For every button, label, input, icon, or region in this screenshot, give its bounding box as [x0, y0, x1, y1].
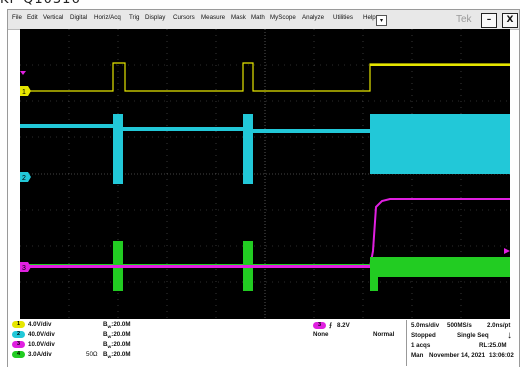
minimize-button[interactable]: – — [481, 13, 497, 28]
ch3-scale: 10.0V/div — [28, 341, 55, 348]
ch4-bandwidth: BW:20.0M — [103, 351, 131, 360]
menu-mask[interactable]: Mask — [231, 14, 246, 21]
menu-edit[interactable]: Edit — [27, 14, 38, 21]
ch2-pill: 2 — [12, 331, 25, 338]
trigger-source-pill: 3 — [313, 322, 326, 329]
menu-math[interactable]: Math — [251, 14, 265, 21]
channel-markers: 1 2 3 — [20, 86, 31, 272]
menu-vertical[interactable]: Vertical — [43, 14, 63, 21]
ch4-scale: 3.0A/div — [28, 351, 52, 358]
acq-state: Stopped — [411, 332, 436, 339]
ch1-pill: 1 — [12, 321, 25, 328]
menu-measure[interactable]: Measure — [201, 14, 225, 21]
acq-time: 13:06:02 — [489, 352, 514, 359]
help-dropdown-button[interactable]: ▾ — [376, 15, 387, 26]
menu-display[interactable]: Display — [145, 14, 165, 21]
page-caption: KF Q10316 — [0, 0, 528, 8]
acq-seq: Single Seq — [457, 332, 489, 339]
waveform-display: 1 2 3 — [20, 29, 510, 319]
menu-analyze[interactable]: Analyze — [302, 14, 324, 21]
timebase: 5.0ms/div — [411, 322, 440, 329]
ch1-marker[interactable]: 1 — [22, 89, 26, 96]
menu-horiz-acq[interactable]: Horiz/Acq — [94, 14, 121, 21]
ch1-bandwidth: BW:20.0M — [103, 321, 131, 330]
trigger-coupling: None — [313, 331, 329, 338]
acq-mode: Man — [411, 352, 424, 359]
menu-cursors[interactable]: Cursors — [173, 14, 195, 21]
ch3-bandwidth: BW:20.0M — [103, 341, 131, 350]
resolution: 2.0ns/pt — [487, 322, 511, 329]
close-button[interactable]: X — [502, 13, 518, 28]
menu-help[interactable]: Help — [363, 14, 376, 21]
acq-count: 1 acqs — [411, 342, 431, 349]
menu-bar: File Edit Vertical Digital Horiz/Acq Tri… — [8, 10, 519, 30]
ch2-bandwidth: BW:20.0M — [103, 331, 131, 340]
status-bar: 1 4.0V/div BW:20.0M 2 40.0V/div BW:20.0M… — [8, 319, 519, 367]
waveform-graticule: 1 2 3 — [20, 29, 510, 319]
menu-file[interactable]: File — [12, 14, 22, 21]
record-length: RL:25.0M — [479, 342, 507, 349]
trigger-edge-icon: ⨍ — [329, 322, 333, 329]
ch3-trace-overlay — [20, 265, 370, 268]
menu-utilities[interactable]: Utilities — [333, 14, 353, 21]
ch1-scale: 4.0V/div — [28, 321, 52, 328]
menu-myscope[interactable]: MyScope — [270, 14, 296, 21]
ch2-marker[interactable]: 2 — [22, 175, 26, 182]
acquisition-readout[interactable]: 5.0ms/div 500MS/s 2.0ns/pt Stopped Singl… — [406, 320, 519, 366]
trigger-readout[interactable]: 3 ⨍ 8.2V None Normal — [313, 322, 405, 340]
acq-arrow-icon: ↓ — [507, 330, 512, 341]
acq-date: November 14, 2021 — [429, 352, 486, 359]
trigger-mode: Normal — [373, 331, 395, 338]
ch3-pill: 3 — [12, 341, 25, 348]
tek-logo: Tek — [456, 14, 472, 25]
ch4-impedance: 50Ω — [86, 351, 98, 358]
menu-digital[interactable]: Digital — [70, 14, 87, 21]
ch4-pill: 4 — [12, 351, 25, 358]
trigger-level: 8.2V — [337, 322, 350, 329]
sample-rate: 500MS/s — [447, 322, 472, 329]
ch3-marker[interactable]: 3 — [22, 265, 26, 272]
menu-trig[interactable]: Trig — [129, 14, 139, 21]
oscilloscope-window: File Edit Vertical Digital Horiz/Acq Tri… — [7, 9, 520, 367]
ch2-scale: 40.0V/div — [28, 331, 55, 338]
